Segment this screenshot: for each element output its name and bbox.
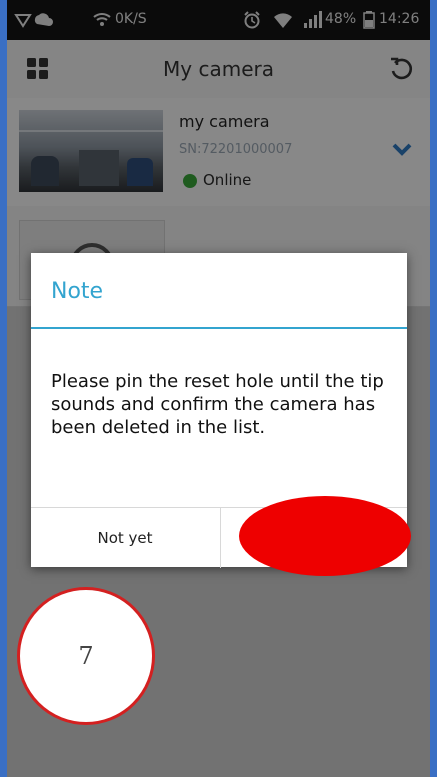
red-highlight-marker: [239, 496, 411, 576]
dialog-divider: [31, 327, 407, 329]
dialog-message: Please pin the reset hole until the tip …: [51, 371, 384, 438]
step-number-badge: 7: [17, 587, 155, 725]
dialog-title: Note: [51, 279, 104, 304]
not-yet-button[interactable]: Not yet: [31, 508, 219, 568]
